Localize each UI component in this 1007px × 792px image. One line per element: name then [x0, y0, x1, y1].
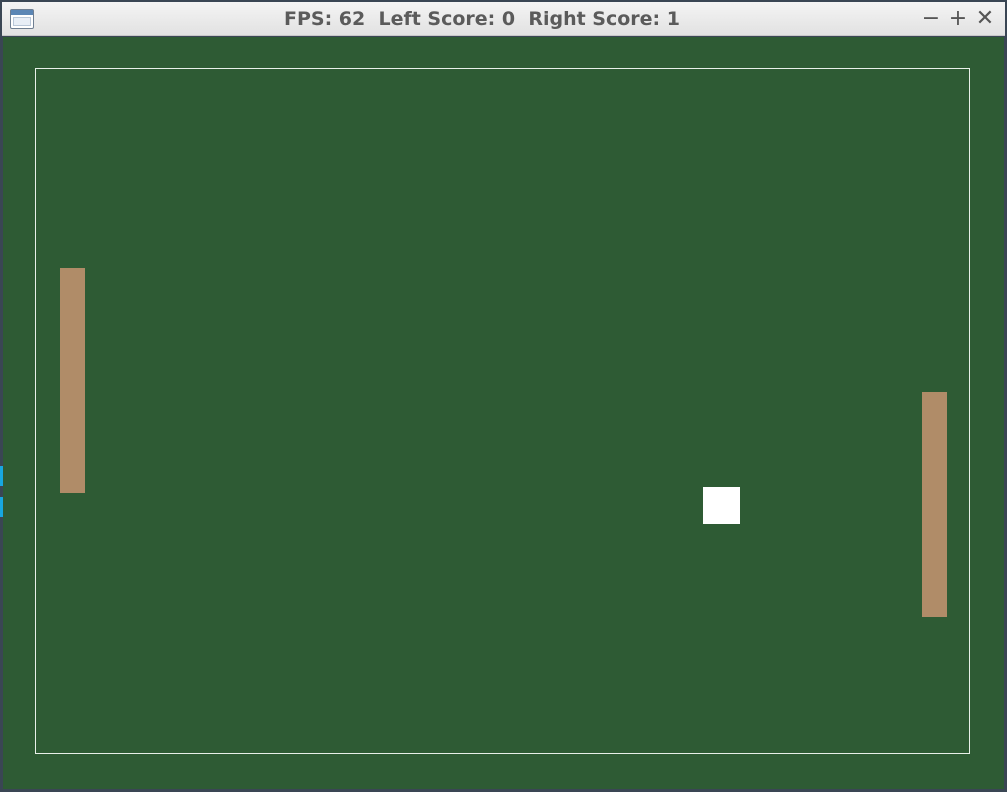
window-title: FPS: 62 Left Score: 0 Right Score: 1 [283, 8, 680, 30]
minimize-icon[interactable]: − [919, 6, 943, 32]
close-icon[interactable]: ✕ [973, 6, 997, 32]
app-window: FPS: 62 Left Score: 0 Right Score: 1 − +… [0, 0, 1007, 792]
ball [703, 487, 740, 524]
edge-marker-bottom [0, 497, 3, 517]
right-paddle [922, 392, 947, 617]
left-paddle [60, 268, 85, 493]
court-boundary [35, 68, 970, 754]
game-canvas[interactable] [3, 37, 1004, 789]
maximize-icon[interactable]: + [946, 6, 970, 32]
edge-marker-top [0, 466, 3, 486]
title-bar[interactable]: FPS: 62 Left Score: 0 Right Score: 1 − +… [2, 2, 1005, 36]
